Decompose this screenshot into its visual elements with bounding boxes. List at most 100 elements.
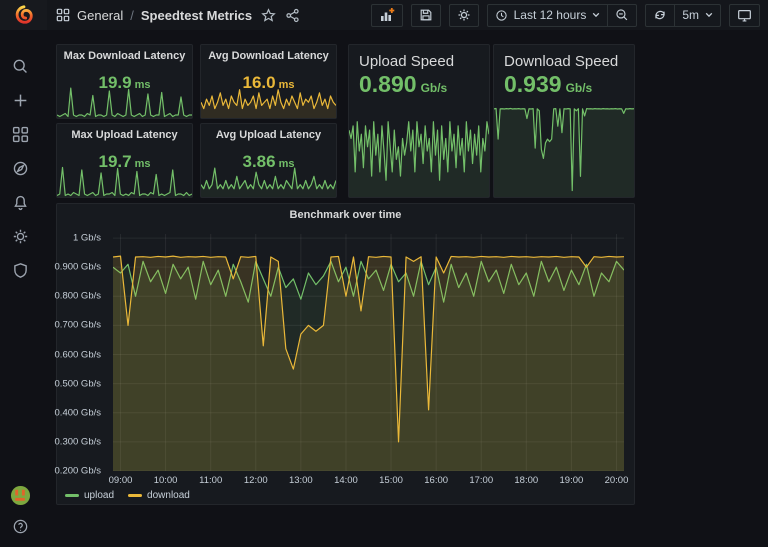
alerting-bell-icon[interactable] [12,194,29,211]
legend-swatch-download [128,494,143,497]
speed-unit: Gb/s [420,81,448,95]
y-tick-label: 0.700 Gb/s [54,319,101,331]
refresh-dashboard-button[interactable] [645,3,676,27]
benchmark-x-axis: 09:00 10:00 11:00 12:00 13:00 14:00 15:00 16:00… [109,473,629,487]
x-tick-label: 18:00 [514,475,539,486]
x-tick-label: 16:00 [424,475,449,486]
clock-icon [495,9,507,21]
x-tick-label: 20:00 [604,475,629,486]
x-tick-label: 09:00 [108,475,133,486]
y-tick-label: 0.600 Gb/s [54,349,101,361]
caret-down-icon [705,12,713,18]
add-panel-icon [380,8,394,21]
y-tick-label: 0.300 Gb/s [54,436,101,448]
breadcrumb: General / Speedtest Metrics [56,8,252,23]
legend-swatch-upload [65,494,79,497]
panel-title[interactable]: Upload Speed [359,53,454,70]
download-speed-chart [494,105,634,197]
dashboard-settings-button[interactable] [448,3,479,27]
refresh-interval-picker[interactable]: 5m [674,3,721,27]
explore-compass-icon[interactable] [12,160,29,177]
breadcrumb-separator: / [130,7,134,23]
benchmark-y-axis: 1 Gb/s 0.900 Gb/s 0.800 Gb/s 0.700 Gb/s 0.60… [54,232,107,477]
dashboard-grid: Max Download Latency 19.9 ms Avg Download… [40,30,768,547]
x-tick-label: 12:00 [243,475,268,486]
y-tick-label: 0.200 Gb/s [54,465,101,477]
share-dashboard-icon[interactable] [285,8,300,23]
panel-upload-speed: Upload Speed 0.890 Gb/s [348,44,490,198]
save-icon [420,9,431,21]
configuration-gear-icon[interactable] [12,228,29,245]
legend-label: upload [84,490,115,501]
benchmark-legend: upload download [65,490,190,501]
panel-title[interactable]: Benchmark over time [57,204,634,221]
y-tick-label: 0.900 Gb/s [54,261,101,273]
zoom-out-icon [616,9,628,21]
apps-grid-icon [56,8,70,22]
monitor-icon [738,9,751,22]
x-tick-label: 10:00 [153,475,178,486]
sparkline-chart [57,85,192,118]
time-range-picker[interactable]: Last 12 hours [486,3,609,27]
x-tick-label: 11:00 [199,475,223,486]
x-tick-label: 17:00 [469,475,494,486]
grafana-logo[interactable] [0,0,47,30]
create-add-icon[interactable] [12,92,29,109]
panel-benchmark-over-time: Benchmark over time 1 Gb/s 0.900 Gb/s 0.80… [54,203,635,505]
x-tick-label: 15:00 [379,475,403,486]
upload-speed-chart [349,105,489,197]
save-dashboard-button[interactable] [410,3,441,27]
speed-value: 0.890 Gb/s [359,73,447,96]
left-sidebar [0,30,40,547]
server-admin-shield-icon[interactable] [12,262,29,279]
panel-download-speed: Download Speed 0.939 Gb/s [493,44,635,198]
legend-item-upload[interactable]: upload [65,490,114,501]
add-panel-button[interactable] [370,3,403,27]
panel-avg-upload-latency: Avg Upload Latency 3.86 ms [200,123,337,198]
panel-max-upload-latency: Max Upload Latency 19.7 ms [56,123,193,198]
dashboards-icon[interactable] [12,126,29,143]
gear-icon [458,9,470,21]
sparkline-chart [57,164,192,197]
y-tick-label: 0.800 Gb/s [54,290,101,302]
sidebar-bottom [10,485,31,547]
x-tick-label: 14:00 [334,475,358,486]
panel-title[interactable]: Avg Download Latency [201,45,336,62]
legend-label: download [147,490,190,501]
time-picker-group: Last 12 hours [486,3,638,27]
speed-unit: Gb/s [565,81,593,95]
x-tick-label: 13:00 [288,475,313,486]
panel-title[interactable]: Download Speed [504,53,618,70]
benchmark-plot-area[interactable] [113,234,624,471]
breadcrumb-section[interactable]: General [77,8,123,23]
panel-title[interactable]: Max Download Latency [57,45,192,62]
panel-max-download-latency: Max Download Latency 19.9 ms [56,44,193,119]
speed-value: 0.939 Gb/s [504,73,592,96]
user-avatar[interactable] [10,485,31,506]
cycle-view-mode-button[interactable] [729,3,760,27]
y-tick-label: 1 Gb/s [73,232,101,244]
sparkline-chart [201,164,336,197]
y-tick-label: 0.500 Gb/s [54,378,101,390]
time-range-label: Last 12 hours [513,8,587,22]
caret-down-icon [593,12,600,18]
zoom-out-time-button[interactable] [607,3,638,27]
x-tick-label: 19:00 [559,475,584,486]
sparkline-chart [201,85,336,118]
speed-number: 0.939 [504,71,562,97]
legend-item-download[interactable]: download [128,490,190,501]
grafana-flame-icon [15,5,33,24]
star-dashboard-icon[interactable] [261,7,276,23]
search-icon[interactable] [12,58,29,75]
y-tick-label: 0.400 Gb/s [54,407,101,419]
panel-title[interactable]: Avg Upload Latency [201,124,336,141]
help-icon[interactable] [12,518,29,535]
nav-actions: Last 12 hours 5m [370,3,760,27]
panel-avg-download-latency: Avg Download Latency 16.0 ms [200,44,337,119]
page-title[interactable]: Speedtest Metrics [141,8,252,23]
refresh-group: 5m [645,3,721,27]
refresh-icon [655,10,666,20]
panel-title[interactable]: Max Upload Latency [57,124,192,141]
refresh-interval-label: 5m [682,8,699,22]
top-nav-bar: General / Speedtest Metrics Last 12 hour… [0,0,768,30]
